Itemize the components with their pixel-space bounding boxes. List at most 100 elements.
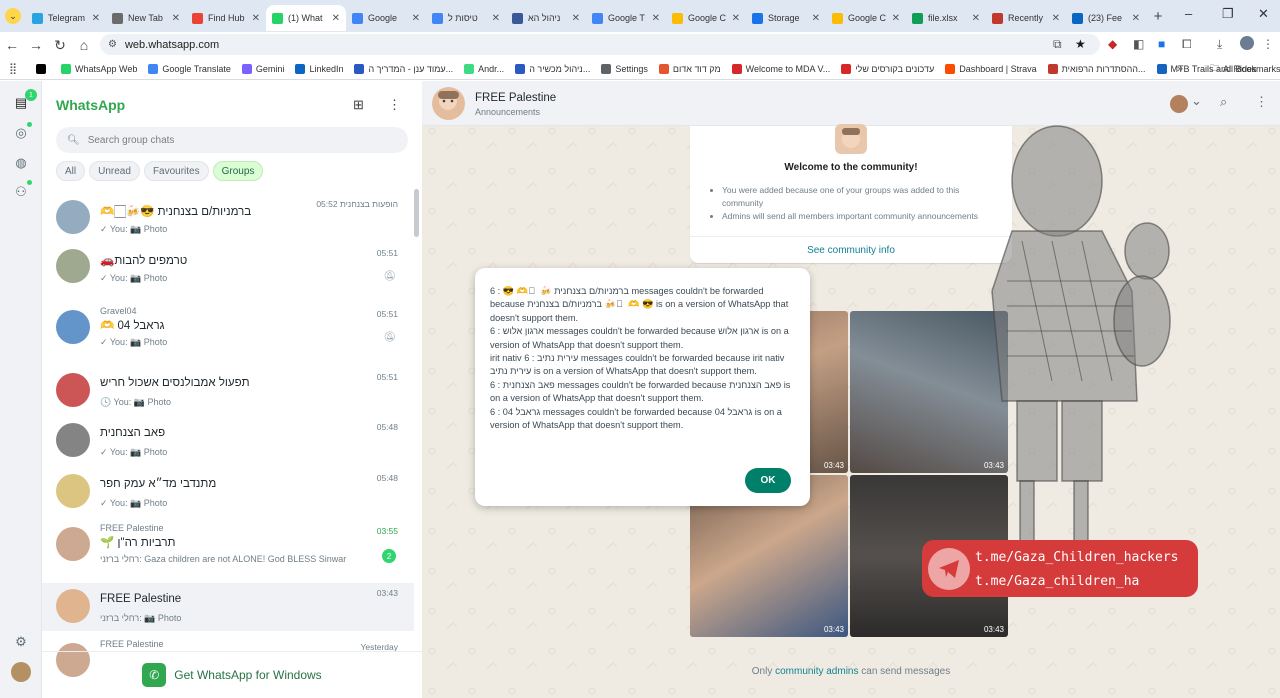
bookmark-label: LinkedIn [309, 63, 344, 74]
browser-tab[interactable]: Google C ✕ [666, 5, 746, 31]
tab-close-icon[interactable]: ✕ [412, 13, 420, 24]
dialog-line: irit nativ 6 : עירית נתיב messages could… [490, 353, 785, 377]
bookmark-favicon-icon [945, 63, 956, 74]
tab-search-button[interactable]: ⌄ [0, 0, 26, 32]
tab-close-icon[interactable]: ✕ [1132, 13, 1140, 24]
bookmark-item[interactable] [36, 63, 50, 74]
tab-favicon-icon [352, 12, 363, 24]
browser-tab[interactable]: file.xlsx ✕ [906, 5, 986, 31]
tab-label: Google [368, 13, 398, 23]
close-icon[interactable]: ✕ [1258, 6, 1269, 22]
bookmark-label: Andr... [478, 63, 505, 74]
tab-favicon-icon [672, 12, 683, 24]
tab-close-icon[interactable]: ✕ [1052, 13, 1060, 24]
browser-tab[interactable]: (23) Fee ✕ [1066, 5, 1146, 31]
browser-tab[interactable]: New Tab ✕ [106, 5, 186, 31]
bookmark-item[interactable]: LinkedIn [295, 63, 344, 74]
browser-tab[interactable]: (1) What ✕ [266, 5, 346, 31]
tab-close-icon[interactable]: ✕ [172, 13, 180, 24]
url-field[interactable]: ⚙ web.whatsapp.com [100, 34, 1100, 55]
browser-tab[interactable]: Google C ✕ [826, 5, 906, 31]
bookmark-favicon-icon [1047, 63, 1058, 74]
reload-icon[interactable]: ↻ [48, 37, 72, 54]
bookmark-favicon-icon [61, 63, 71, 74]
bookmark-item[interactable]: Andr... [464, 63, 505, 74]
bookmark-favicon-icon [658, 63, 669, 74]
browser-tab-strip: ⌄ Telegram ✕ New Tab ✕ Find Hub ✕ (1) What ✕ Goo… [0, 0, 1280, 32]
browser-tab[interactable]: Recently ✕ [986, 5, 1066, 31]
tab-label: file.xlsx [928, 13, 958, 23]
browser-menu-icon[interactable]: ⋮ [1262, 37, 1274, 51]
bookmark-label: Dashboard | Strava [959, 63, 1037, 74]
apps-grid-icon[interactable]: ⣿ [0, 62, 26, 75]
bookmark-item[interactable]: ההסתדרות הרפואית... [1047, 63, 1146, 74]
tab-close-icon[interactable]: ✕ [972, 13, 980, 24]
tab-close-icon[interactable]: ✕ [492, 13, 500, 24]
tab-favicon-icon [832, 12, 843, 24]
bookmark-label: ניהול מכשיר ה... [529, 63, 591, 74]
browser-tab[interactable]: Telegram ✕ [26, 5, 106, 31]
bookmark-item[interactable]: עדכונים בקורסים שלי [841, 63, 934, 74]
forward-icon[interactable]: → [24, 37, 48, 53]
bookmark-star-icon[interactable]: ★ [1075, 37, 1086, 51]
browser-tab[interactable]: Google T ✕ [586, 5, 666, 31]
extension-icon[interactable]: ■ [1158, 37, 1165, 51]
bookmark-item[interactable]: WhatsApp Web [61, 63, 137, 74]
browser-tab[interactable]: Find Hub ✕ [186, 5, 266, 31]
browser-tab[interactable]: Google ✕ [346, 5, 426, 31]
browser-tab[interactable]: ניהול הא ✕ [506, 5, 586, 31]
tab-label: (23) Fee [1088, 13, 1123, 23]
home-icon[interactable]: ⌂ [72, 37, 96, 53]
bookmark-item[interactable]: Gemini [241, 63, 284, 74]
tab-favicon-icon [112, 12, 123, 24]
bookmark-favicon-icon [515, 63, 526, 74]
tab-close-icon[interactable]: ✕ [892, 13, 900, 24]
tab-close-icon[interactable]: ✕ [572, 13, 580, 24]
profile-avatar[interactable] [1240, 36, 1254, 50]
bookmark-item[interactable]: Welcome to MDA V... [731, 63, 830, 74]
tab-label: Recently [1008, 13, 1044, 23]
bookmark-favicon-icon [601, 63, 612, 74]
bookmark-favicon-icon [36, 63, 46, 74]
ok-button[interactable]: OK [745, 468, 791, 493]
tab-close-icon[interactable]: ✕ [92, 13, 100, 24]
extension-icon[interactable]: ◧ [1133, 37, 1144, 51]
bookmark-favicon-icon [295, 63, 306, 74]
bookmark-item[interactable]: Settings [601, 63, 648, 74]
back-icon[interactable]: ← [0, 37, 24, 53]
bookmark-item[interactable]: Google Translate [148, 63, 231, 74]
download-icon[interactable]: ⤓ [1217, 37, 1222, 52]
tab-favicon-icon [192, 12, 203, 24]
all-bookmarks-label: All Bookmarks [1223, 63, 1280, 74]
all-bookmarks[interactable]: 🗀 All Bookmarks [1210, 61, 1280, 77]
tab-label: New Tab [128, 13, 163, 23]
minimize-icon[interactable]: – [1185, 6, 1192, 21]
browser-tab[interactable]: טיסות ל ✕ [426, 5, 506, 31]
install-app-icon[interactable]: ⧉ [1053, 37, 1062, 52]
tab-label: Google T [608, 13, 645, 23]
tab-favicon-icon [512, 12, 523, 24]
new-tab-button[interactable]: + [1146, 8, 1170, 25]
bookmark-label: ההסתדרות הרפואית... [1061, 63, 1146, 74]
tab-close-icon[interactable]: ✕ [332, 13, 340, 24]
tab-close-icon[interactable]: ✕ [652, 13, 660, 24]
tab-close-icon[interactable]: ✕ [812, 13, 820, 24]
tab-close-icon[interactable]: ✕ [732, 13, 740, 24]
bookmark-item[interactable]: עמוד ענן - המדריך ה... [354, 63, 453, 74]
browser-tab[interactable]: Storage ✕ [746, 5, 826, 31]
tab-favicon-icon [752, 12, 763, 24]
site-info-icon[interactable]: ⚙ [108, 39, 117, 50]
bookmark-item[interactable]: מק דוד אדום [658, 63, 721, 74]
tab-favicon-icon [1072, 12, 1083, 24]
extensions-puzzle-icon[interactable]: ⧠ [1182, 37, 1192, 52]
bookmark-item[interactable]: Dashboard | Strava [945, 63, 1037, 74]
dialog-line: 6 : גראבל 04 messages couldn't be forwar… [490, 406, 782, 431]
maximize-icon[interactable]: ❐ [1222, 6, 1234, 22]
url-text: web.whatsapp.com [124, 38, 220, 51]
more-bookmarks-icon[interactable]: » [1177, 63, 1183, 75]
extension-icon[interactable]: ◆ [1108, 37, 1117, 51]
tab-close-icon[interactable]: ✕ [252, 13, 260, 24]
bookmark-item[interactable]: ניהול מכשיר ה... [515, 63, 591, 74]
bookmark-favicon-icon [148, 63, 159, 74]
dialog-line: 6 : פאב הצנחנית messages couldn't be for… [490, 379, 791, 404]
